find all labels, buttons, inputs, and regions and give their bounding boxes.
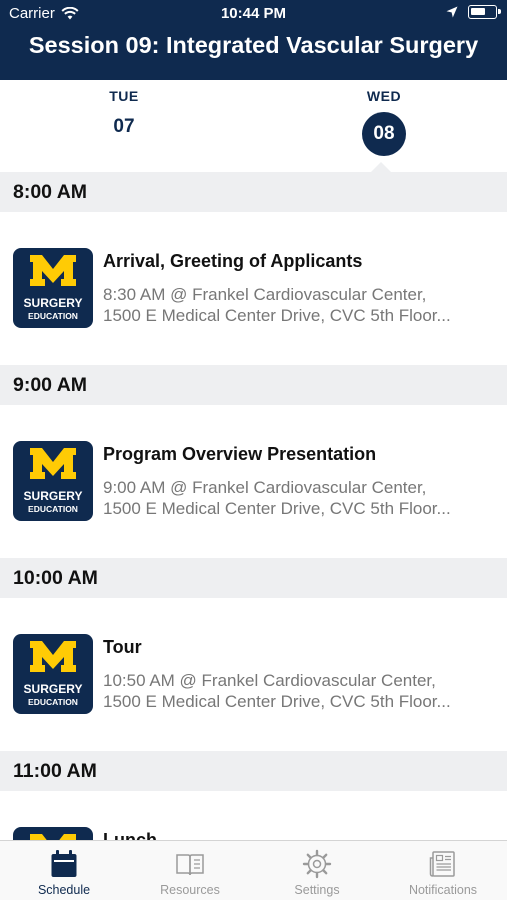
block-m-icon bbox=[30, 641, 76, 672]
tab-label: Notifications bbox=[408, 883, 478, 897]
event-row[interactable]: SURGERY EDUCATION Program Overview Prese… bbox=[0, 405, 507, 558]
event-title: Arrival, Greeting of Applicants bbox=[103, 251, 363, 271]
tab-label: Resources bbox=[160, 883, 220, 897]
event-row[interactable]: SURGERY EDUCATION Lunch bbox=[0, 791, 507, 840]
event-details: 10:50 AM @ Frankel Cardiovascular Center… bbox=[103, 670, 493, 712]
day-tab-wed[interactable]: WED 08 bbox=[344, 88, 424, 156]
tab-notifications[interactable]: Notifications bbox=[380, 849, 506, 897]
status-right bbox=[446, 5, 501, 19]
time-section-header: 10:00 AM bbox=[0, 558, 507, 598]
day-number: 07 bbox=[113, 116, 135, 137]
surgery-education-logo: SURGERY EDUCATION bbox=[13, 827, 93, 840]
surgery-education-logo: SURGERY EDUCATION bbox=[13, 248, 93, 328]
status-time: 10:44 PM bbox=[220, 5, 287, 22]
schedule-list[interactable]: 8:00 AM SURGERY EDUCATION Arrival, Greet… bbox=[0, 172, 507, 840]
location-arrow-icon bbox=[446, 6, 458, 18]
tab-resources[interactable]: Resources bbox=[127, 849, 253, 897]
event-address: 1500 E Medical Center Drive, CVC 5th Flo… bbox=[103, 692, 451, 711]
tab-label: Settings bbox=[294, 883, 340, 897]
event-details: 9:00 AM @ Frankel Cardiovascular Center,… bbox=[103, 477, 493, 519]
block-m-icon bbox=[30, 448, 76, 479]
day-selector: TUE 07 WED 08 bbox=[0, 80, 507, 172]
event-time-location: 8:30 AM @ Frankel Cardiovascular Center, bbox=[103, 285, 427, 304]
logo-line-2: EDUCATION bbox=[28, 504, 78, 514]
tab-label: Schedule bbox=[37, 883, 91, 897]
surgery-education-logo: SURGERY EDUCATION bbox=[13, 441, 93, 521]
page-title: Session 09: Integrated Vascular Surgery bbox=[28, 32, 479, 58]
event-address: 1500 E Medical Center Drive, CVC 5th Flo… bbox=[103, 306, 451, 325]
book-icon bbox=[176, 854, 204, 876]
event-title: Program Overview Presentation bbox=[103, 444, 377, 464]
tab-bar: Schedule Resources Settings Notification… bbox=[0, 840, 507, 900]
logo-line-1: SURGERY bbox=[23, 489, 83, 503]
navigation-bar: Carrier 10:44 PM Session 09: Integrated … bbox=[0, 0, 507, 80]
logo-line-2: EDUCATION bbox=[28, 311, 78, 321]
event-row[interactable]: SURGERY EDUCATION Arrival, Greeting of A… bbox=[0, 212, 507, 365]
battery-icon bbox=[468, 5, 501, 19]
day-tab-tue[interactable]: TUE 07 bbox=[84, 88, 164, 138]
calendar-icon bbox=[51, 850, 77, 877]
block-m-icon bbox=[30, 255, 76, 286]
event-address: 1500 E Medical Center Drive, CVC 5th Flo… bbox=[103, 499, 451, 518]
time-section-header: 8:00 AM bbox=[0, 172, 507, 212]
time-section-header: 11:00 AM bbox=[0, 751, 507, 791]
event-title: Tour bbox=[103, 637, 142, 657]
tab-schedule[interactable]: Schedule bbox=[1, 849, 127, 897]
status-bar: Carrier 10:44 PM bbox=[0, 0, 507, 28]
event-time-location: 9:00 AM @ Frankel Cardiovascular Center, bbox=[103, 478, 427, 497]
gear-icon bbox=[302, 849, 332, 879]
day-of-week-label: WED bbox=[366, 88, 402, 104]
tab-settings[interactable]: Settings bbox=[254, 849, 380, 897]
event-details: 8:30 AM @ Frankel Cardiovascular Center,… bbox=[103, 284, 493, 326]
event-time-location: 10:50 AM @ Frankel Cardiovascular Center… bbox=[103, 671, 436, 690]
event-row[interactable]: SURGERY EDUCATION Tour 10:50 AM @ Franke… bbox=[0, 598, 507, 751]
event-title: Lunch bbox=[103, 830, 157, 840]
day-number-selected: 08 bbox=[362, 112, 406, 156]
day-of-week-label: TUE bbox=[109, 88, 139, 104]
logo-line-1: SURGERY bbox=[23, 682, 83, 696]
time-section-header: 9:00 AM bbox=[0, 365, 507, 405]
logo-line-1: SURGERY bbox=[23, 296, 83, 310]
logo-line-2: EDUCATION bbox=[28, 697, 78, 707]
surgery-education-logo: SURGERY EDUCATION bbox=[13, 634, 93, 714]
block-m-icon bbox=[30, 834, 76, 840]
newspaper-icon bbox=[429, 851, 455, 877]
selected-day-pointer bbox=[371, 162, 391, 172]
